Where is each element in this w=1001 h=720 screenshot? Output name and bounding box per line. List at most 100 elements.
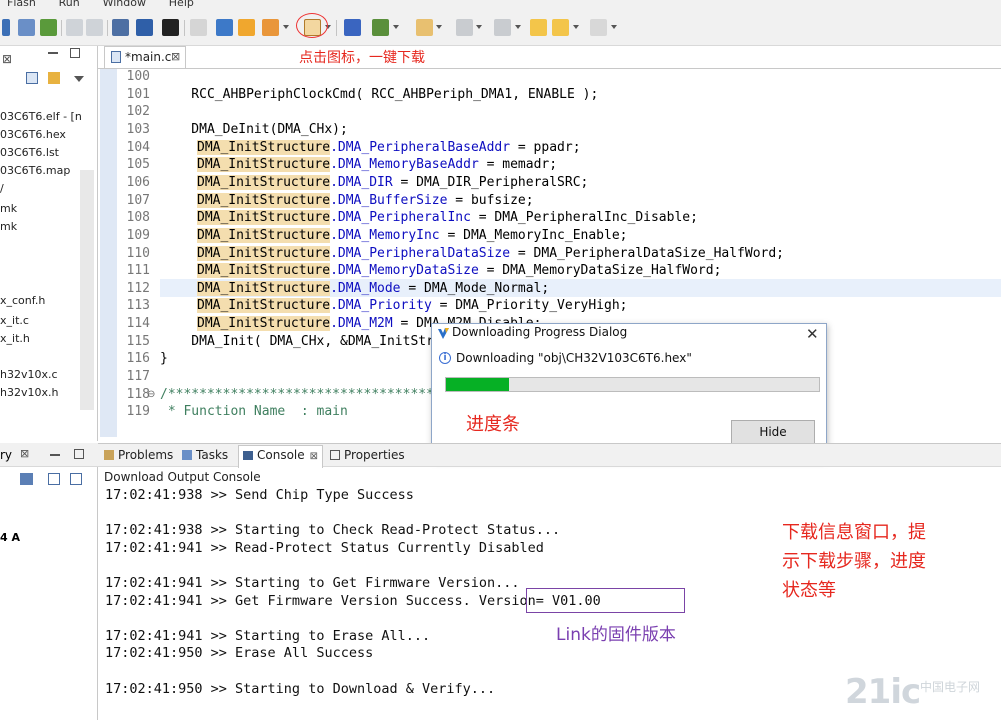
maximize-icon[interactable]	[74, 449, 84, 459]
code-rest: = DMA_MemoryDataSize_HalfWord;	[478, 263, 722, 279]
forward-icon[interactable]	[86, 19, 103, 36]
menu-window[interactable]: Window	[103, 0, 146, 9]
file-item[interactable]: 03C6T6.elf - [n	[0, 110, 82, 123]
left-bottom-tab-label[interactable]: ry	[0, 448, 12, 462]
code-line[interactable]: 106 DMA_InitStructure.DMA_DIR = DMA_DIR_P…	[100, 174, 1000, 193]
nav-back-icon[interactable]	[552, 19, 569, 36]
code-line[interactable]: 112 DMA_InitStructure.DMA_Mode = DMA_Mode…	[100, 280, 1000, 299]
file-item[interactable]: h32v10x.h	[0, 386, 58, 399]
watermark-sub: 中国电子网	[920, 680, 981, 694]
struct-field: .DMA_MemoryBaseAddr	[330, 157, 479, 173]
code-line[interactable]: 100	[100, 69, 1000, 87]
code-rest: = DMA_DIR_PeripheralSRC;	[392, 174, 589, 190]
layout-icon[interactable]	[48, 473, 60, 485]
code-rest: = DMA_PeripheralDataSize_HalfWord;	[510, 245, 785, 261]
progress-fill	[446, 378, 510, 391]
link-editor-icon[interactable]	[48, 72, 60, 84]
code-line[interactable]: 108 DMA_InitStructure.DMA_PeripheralInc =…	[100, 210, 1000, 228]
code-text: }	[160, 351, 168, 367]
version-highlight-box	[526, 588, 685, 613]
download-highlight-circle	[296, 13, 328, 38]
view-menu-icon[interactable]	[74, 76, 84, 82]
minimize-icon[interactable]	[50, 454, 60, 456]
line-number: 104	[126, 139, 150, 155]
tab-close-icon[interactable]: ⊠	[171, 50, 180, 63]
pen-icon[interactable]	[190, 19, 207, 36]
tab-problems[interactable]: Problems	[104, 448, 173, 462]
highlighted-identifier: DMA_InitStructure	[197, 210, 331, 226]
file-item[interactable]: 03C6T6.lst	[0, 146, 59, 159]
struct-field: .DMA_M2M	[330, 316, 393, 332]
console-tab-icon	[243, 451, 253, 460]
c-file-icon	[111, 51, 121, 63]
struct-field: .DMA_MemoryInc	[330, 227, 440, 243]
file-item[interactable]: mk	[0, 220, 17, 233]
maximize-icon[interactable]	[70, 48, 80, 58]
struct-field: .DMA_MemoryDataSize	[330, 263, 479, 279]
menu-flash[interactable]: Flash	[7, 0, 36, 9]
file-item[interactable]: 03C6T6.hex	[0, 128, 66, 141]
console-line: 17:02:41:938 >> Send Chip Type Success	[105, 487, 414, 503]
config-icon[interactable]	[262, 19, 279, 36]
console-icon[interactable]	[162, 19, 179, 36]
dialog-close-button[interactable]: ✕	[806, 325, 819, 343]
code-line[interactable]: 111 DMA_InitStructure.DMA_MemoryDataSize …	[100, 263, 1000, 281]
file-item[interactable]: h32v10x.c	[0, 368, 58, 381]
menu-help[interactable]: Help	[169, 0, 194, 9]
search-doc-icon[interactable]	[456, 19, 473, 36]
tab-close-icon[interactable]: ⊠	[310, 451, 318, 462]
explorer-close-icon[interactable]: ⊠	[2, 52, 12, 66]
tab-console[interactable]: Console ⊠	[238, 445, 324, 468]
nav-forward-icon[interactable]	[590, 19, 607, 36]
refresh-icon[interactable]	[20, 473, 33, 485]
struct-field: .DMA_PeripheralInc	[330, 210, 471, 226]
fold-toggle-icon[interactable]: ⊖	[147, 389, 155, 400]
tab-properties[interactable]: Properties	[330, 448, 405, 462]
file-item[interactable]: x_conf.h	[0, 294, 45, 307]
tab-close-icon[interactable]: ⊠	[20, 447, 29, 460]
code-line[interactable]: 110 DMA_InitStructure.DMA_PeripheralDataS…	[100, 245, 1000, 264]
file-item[interactable]: x_it.c	[0, 314, 29, 327]
editor-tab-main[interactable]: *main.c ⊠	[104, 46, 186, 68]
back-icon[interactable]	[66, 19, 83, 36]
editor-tab-label: *main.c	[125, 50, 172, 64]
console-line: 17:02:41:941 >> Read-Protect Status Curr…	[105, 539, 544, 556]
explorer-scrollbar[interactable]	[80, 170, 94, 410]
grid-icon[interactable]	[238, 19, 255, 36]
highlighted-identifier: DMA_InitStructure	[197, 157, 331, 173]
layers-icon[interactable]	[40, 19, 57, 36]
save-icon[interactable]	[136, 19, 153, 36]
code-line[interactable]: 102	[100, 104, 1000, 122]
code-line[interactable]: 105 DMA_InitStructure.DMA_MemoryBaseAddr …	[100, 157, 1000, 175]
toolbar-edge-icon[interactable]	[2, 19, 10, 36]
code-text: DMA_DeInit(DMA_CHx);	[160, 121, 348, 137]
layout-alt-icon[interactable]	[70, 473, 82, 485]
hide-button[interactable]: Hide	[731, 420, 815, 444]
file-item[interactable]: /	[0, 182, 4, 195]
code-line[interactable]: 101 RCC_AHBPeriphClockCmd( RCC_AHBPeriph…	[100, 87, 1000, 105]
code-line[interactable]: 113 DMA_InitStructure.DMA_Priority = DMA_…	[100, 298, 1000, 316]
build-all-icon[interactable]	[18, 19, 35, 36]
code-line[interactable]: 104 DMA_InitStructure.DMA_PeripheralBaseA…	[100, 139, 1000, 158]
line-number: 100	[126, 69, 150, 84]
console-line: 17:02:41:941 >> Starting to Erase All...	[105, 627, 431, 644]
run-external-icon[interactable]	[416, 19, 433, 36]
file-item[interactable]: 03C6T6.map	[0, 164, 70, 177]
file-item[interactable]: x_it.h	[0, 332, 30, 345]
annotation-icon[interactable]	[494, 19, 511, 36]
history-back-icon[interactable]	[530, 19, 547, 36]
document-icon[interactable]	[216, 19, 233, 36]
code-line[interactable]: 109 DMA_InitStructure.DMA_MemoryInc = DMA…	[100, 227, 1000, 246]
minimize-icon[interactable]	[48, 52, 58, 54]
file-item[interactable]: mk	[0, 202, 17, 215]
code-rest: = ppadr;	[510, 139, 581, 155]
menu-run[interactable]: Run	[59, 0, 80, 9]
window-icon[interactable]	[112, 19, 129, 36]
debug-icon[interactable]	[344, 19, 361, 36]
code-line[interactable]: 107 DMA_InitStructure.DMA_BufferSize = bu…	[100, 192, 1000, 211]
tab-tasks[interactable]: Tasks	[182, 448, 228, 462]
collapse-all-icon[interactable]	[26, 72, 38, 84]
code-line[interactable]: 103 DMA_DeInit(DMA_CHx);	[100, 122, 1000, 140]
line-number: 105	[126, 157, 150, 173]
bug-icon[interactable]	[372, 19, 389, 36]
